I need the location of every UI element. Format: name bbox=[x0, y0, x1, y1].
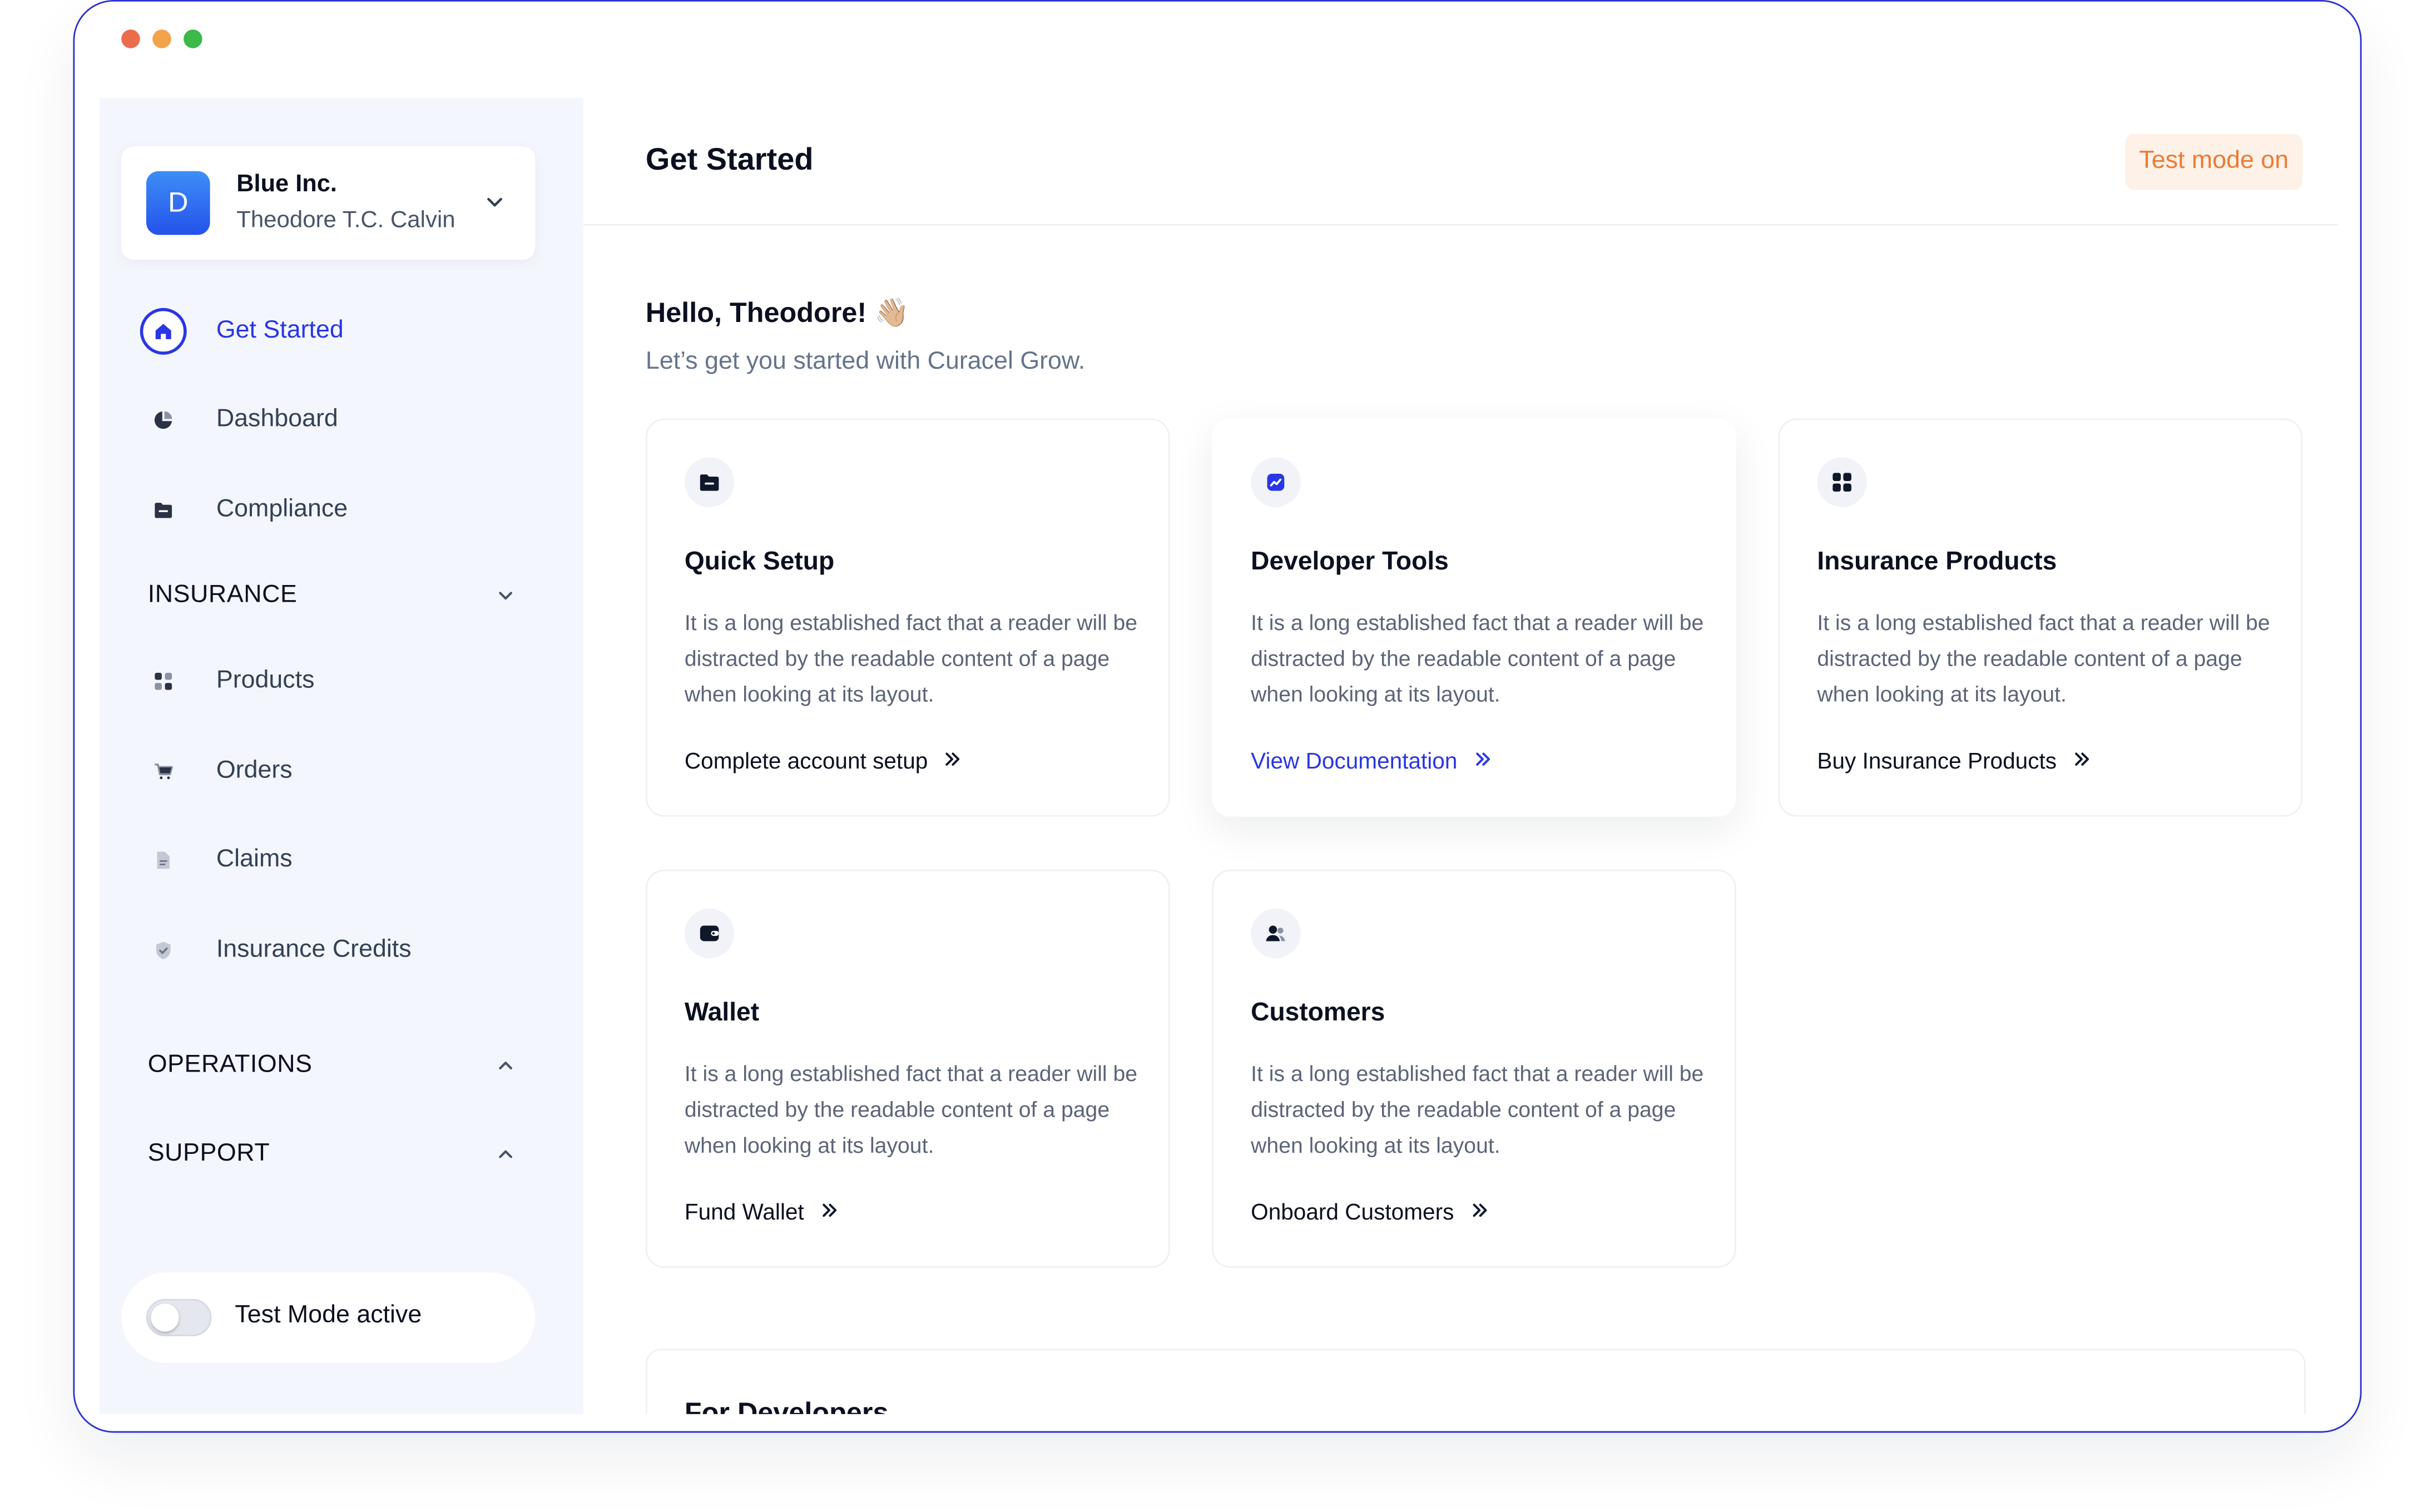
sidebar-item-orders[interactable]: Orders bbox=[140, 745, 513, 798]
test-mode-label: Test Mode active bbox=[235, 1302, 422, 1329]
link-label: Fund Wallet bbox=[684, 1201, 804, 1226]
developers-panel-title: For Developers bbox=[684, 1397, 889, 1414]
sidebar-item-label: Insurance Credits bbox=[216, 936, 412, 963]
card-description: It is a long established fact that a rea… bbox=[1251, 609, 1704, 707]
chevron-down-icon bbox=[490, 580, 521, 611]
section-operations[interactable]: OPERATIONS bbox=[148, 1042, 521, 1089]
sidebar-item-label: Claims bbox=[216, 846, 293, 873]
card-description: It is a long established fact that a rea… bbox=[1251, 1060, 1704, 1158]
document-icon bbox=[140, 837, 187, 884]
card-customers: Customers It is a long established fact … bbox=[1212, 869, 1736, 1268]
sidebar-item-insurance-credits[interactable]: Insurance Credits bbox=[140, 924, 513, 977]
maximize-window-dot[interactable] bbox=[184, 29, 202, 48]
toggle-knob bbox=[151, 1303, 179, 1332]
chevron-down-icon bbox=[482, 190, 507, 222]
card-developer-tools: Developer Tools It is a long established… bbox=[1212, 418, 1736, 817]
section-label: OPERATIONS bbox=[147, 1052, 313, 1078]
org-name: Blue Inc. bbox=[236, 171, 337, 198]
onboard-customers-link[interactable]: Onboard Customers bbox=[1251, 1201, 1488, 1226]
pie-chart-icon bbox=[140, 396, 187, 443]
folder-icon bbox=[684, 457, 735, 507]
section-label: SUPPORT bbox=[147, 1140, 270, 1167]
sidebar-item-products[interactable]: Products bbox=[140, 655, 513, 708]
card-title: Quick Setup bbox=[684, 547, 835, 576]
card-description: It is a long established fact that a rea… bbox=[684, 609, 1138, 707]
cart-icon bbox=[140, 748, 187, 795]
sidebar-item-label: Get Started bbox=[216, 317, 344, 344]
sidebar-item-compliance[interactable]: Compliance bbox=[140, 484, 513, 537]
double-chevron-right-icon bbox=[820, 1201, 839, 1226]
card-quick-setup: Quick Setup It is a long established fac… bbox=[645, 418, 1170, 817]
link-label: View Documentation bbox=[1251, 750, 1458, 775]
home-icon bbox=[140, 308, 187, 355]
card-insurance-products: Insurance Products It is a long establis… bbox=[1778, 418, 2303, 817]
card-description: It is a long established fact that a rea… bbox=[684, 1060, 1138, 1158]
double-chevron-right-icon bbox=[2072, 750, 2091, 775]
double-chevron-right-icon bbox=[1469, 1201, 1488, 1226]
chevron-up-icon bbox=[490, 1050, 521, 1081]
page-title: Get Started bbox=[645, 143, 814, 177]
test-mode-badge[interactable]: Test mode on bbox=[2125, 133, 2303, 190]
greeting-subtitle: Let’s get you started with Curacel Grow. bbox=[645, 348, 1086, 375]
link-label: Buy Insurance Products bbox=[1817, 750, 2057, 775]
app-window: D Blue Inc. Theodore T.C. Calvin Get Sta… bbox=[73, 0, 2362, 1433]
card-wallet: Wallet It is a long established fact tha… bbox=[645, 869, 1170, 1268]
fund-wallet-link[interactable]: Fund Wallet bbox=[685, 1201, 838, 1226]
top-bar: Get Started Test mode on bbox=[583, 98, 2339, 226]
section-label: INSURANCE bbox=[147, 582, 298, 608]
sidebar-item-label: Compliance bbox=[216, 496, 348, 523]
double-chevron-right-icon bbox=[1473, 750, 1492, 775]
minimize-window-dot[interactable] bbox=[152, 29, 171, 48]
users-icon bbox=[1251, 908, 1301, 959]
wallet-icon bbox=[684, 908, 735, 959]
sidebar-item-label: Orders bbox=[216, 757, 293, 784]
grid-icon bbox=[140, 658, 187, 705]
section-insurance[interactable]: INSURANCE bbox=[148, 572, 521, 619]
developers-panel: For Developers bbox=[645, 1349, 2306, 1414]
link-label: Complete account setup bbox=[684, 750, 928, 775]
card-title: Developer Tools bbox=[1251, 547, 1449, 576]
sidebar-item-get-started[interactable]: Get Started bbox=[140, 305, 513, 358]
main-content: Get Started Test mode on Hello, Theodore… bbox=[583, 98, 2339, 1414]
card-title: Customers bbox=[1251, 998, 1385, 1027]
view-documentation-link[interactable]: View Documentation bbox=[1251, 750, 1492, 775]
shield-icon bbox=[140, 927, 187, 974]
user-name: Theodore T.C. Calvin bbox=[236, 207, 455, 234]
chevron-up-icon bbox=[490, 1139, 521, 1170]
card-title: Wallet bbox=[684, 998, 760, 1027]
test-mode-card: Test Mode active bbox=[121, 1272, 536, 1363]
org-switcher[interactable]: D Blue Inc. Theodore T.C. Calvin bbox=[121, 146, 536, 260]
grid-icon bbox=[1817, 457, 1867, 507]
close-window-dot[interactable] bbox=[121, 29, 140, 48]
sidebar-item-claims[interactable]: Claims bbox=[140, 834, 513, 886]
sidebar: D Blue Inc. Theodore T.C. Calvin Get Sta… bbox=[100, 98, 584, 1414]
sidebar-item-dashboard[interactable]: Dashboard bbox=[140, 394, 513, 447]
developer-chart-icon bbox=[1251, 457, 1301, 507]
card-description: It is a long established fact that a rea… bbox=[1817, 609, 2270, 707]
folder-icon bbox=[140, 487, 187, 534]
complete-account-setup-link[interactable]: Complete account setup bbox=[685, 750, 962, 775]
buy-insurance-products-link[interactable]: Buy Insurance Products bbox=[1817, 750, 2091, 775]
link-label: Onboard Customers bbox=[1251, 1201, 1454, 1226]
test-mode-toggle[interactable] bbox=[146, 1298, 212, 1336]
double-chevron-right-icon bbox=[943, 750, 962, 775]
card-title: Insurance Products bbox=[1817, 547, 2057, 576]
greeting: Hello, Theodore! 👋🏼 bbox=[645, 297, 909, 329]
sidebar-item-label: Dashboard bbox=[216, 406, 338, 433]
sidebar-item-label: Products bbox=[216, 667, 315, 694]
section-support[interactable]: SUPPORT bbox=[148, 1131, 521, 1178]
org-avatar: D bbox=[146, 171, 210, 235]
